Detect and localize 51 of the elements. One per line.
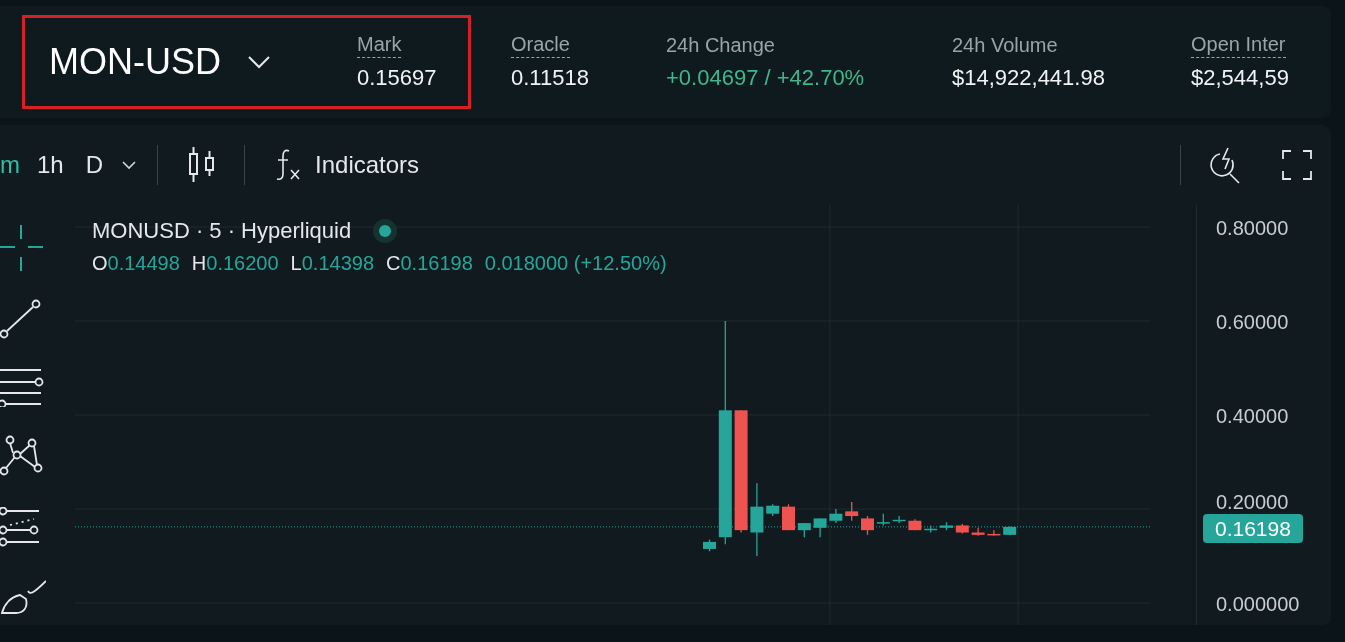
candle [766, 503, 780, 517]
stat-value: +0.04697 / +42.70% [666, 63, 865, 92]
candle [861, 515, 874, 536]
price-axis-label: 0.40000 [1216, 406, 1289, 426]
price-axis-label: 0.20000 [1216, 492, 1289, 512]
candlestick-icon[interactable] [188, 146, 217, 184]
candle [845, 501, 859, 522]
stat-value: $14,922,441.98 [952, 63, 1105, 92]
candle [971, 527, 985, 537]
stat-value: 0.11518 [511, 64, 589, 92]
price-axis-label: 0.000000 [1216, 594, 1300, 614]
candle [892, 515, 906, 524]
interval-tab[interactable]: D [85, 153, 104, 177]
chart-legend-title: MONUSD · 5 · Hyperliquid [92, 220, 352, 242]
last-price-badge: 0.16198 [1203, 514, 1303, 543]
candle [876, 513, 890, 527]
candle [940, 521, 953, 531]
ohlc-value: L0.14398 [290, 253, 375, 273]
chevron-down-icon [247, 55, 271, 69]
fib-lines-icon[interactable] [0, 507, 42, 547]
candle [924, 524, 938, 534]
stat-label: Mark [357, 32, 402, 59]
ohlc-value: C0.16198 [386, 253, 473, 273]
candle [1003, 525, 1017, 536]
stat-value: $2,544,59 [1191, 64, 1289, 92]
crosshair-icon[interactable] [0, 225, 44, 271]
horizontal-lines-icon[interactable] [0, 367, 44, 407]
candle [908, 518, 922, 531]
stat-label: 24h Volume [952, 32, 1058, 58]
candle [955, 523, 969, 535]
candle [703, 538, 716, 552]
stat-label: Oracle [511, 32, 570, 59]
stat-label: 24h Change [666, 32, 775, 58]
price-change: 0.018000 (+12.50%) [484, 253, 667, 273]
fullscreen-icon[interactable] [1281, 149, 1313, 181]
ohlc-value: O0.14498 [92, 253, 180, 273]
stat-value: 0.15697 [357, 64, 437, 92]
candle [797, 522, 811, 538]
chevron-down-icon[interactable] [121, 160, 138, 170]
candle [987, 529, 1001, 537]
price-axis-label: 0.60000 [1216, 312, 1289, 332]
candle [829, 508, 843, 524]
trend-line-icon[interactable] [0, 299, 42, 339]
interval-tab[interactable]: 1h [37, 153, 64, 177]
ohlc-value: H0.16200 [191, 253, 279, 273]
interval-tab[interactable]: m [0, 153, 20, 177]
price-axis-label: 0.80000 [1216, 218, 1289, 238]
candle [782, 503, 795, 531]
indicators-button[interactable]: Indicators [275, 148, 420, 182]
candle [813, 517, 827, 538]
stat-label: Open Inter [1191, 32, 1286, 59]
